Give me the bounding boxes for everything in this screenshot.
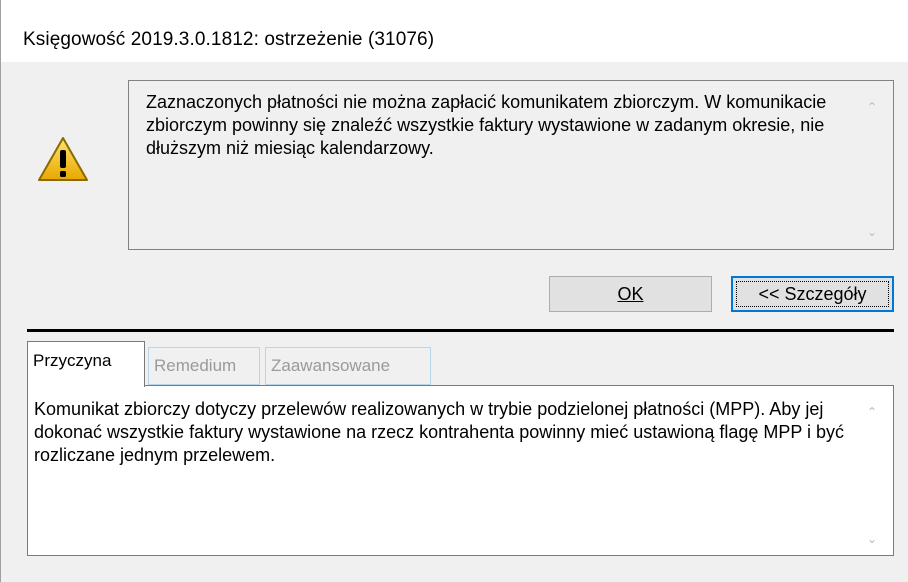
tab-zaawansowane[interactable]: Zaawansowane [265,347,431,385]
tab-remedium[interactable]: Remedium [148,347,260,385]
title-bar[interactable]: Księgowość 2019.3.0.1812: ostrzeżenie (3… [1,0,908,62]
reason-text-box[interactable]: Komunikat zbiorczy dotyczy przelewów rea… [27,385,894,556]
message-box[interactable]: Zaznaczonych płatności nie można zapłaci… [128,80,894,250]
reason-text: Komunikat zbiorczy dotyczy przelewów rea… [34,399,845,465]
scroll-up-arrow-icon[interactable]: ⌃ [863,404,881,420]
tab-label: Zaawansowane [271,356,391,375]
ok-button[interactable]: OK [549,276,712,312]
ok-button-label: OK [617,284,644,304]
tab-label: Remedium [154,356,237,375]
warning-icon [38,137,88,181]
scroll-down-arrow-icon[interactable]: ⌄ [863,531,881,547]
tab-label: Przyczyna [33,351,112,370]
warning-dialog: Księgowość 2019.3.0.1812: ostrzeżenie (3… [0,0,908,582]
focus-rectangle [736,281,889,307]
scroll-down-arrow-icon[interactable]: ⌄ [863,224,881,240]
tab-przyczyna[interactable]: Przyczyna [27,341,145,387]
message-text: Zaznaczonych płatności nie można zapłaci… [146,92,827,158]
separator-line [27,329,894,332]
details-toggle-button[interactable]: << Szczegóły [731,276,894,312]
scroll-up-arrow-icon[interactable]: ⌃ [863,99,881,115]
window-title: Księgowość 2019.3.0.1812: ostrzeżenie (3… [23,29,435,50]
